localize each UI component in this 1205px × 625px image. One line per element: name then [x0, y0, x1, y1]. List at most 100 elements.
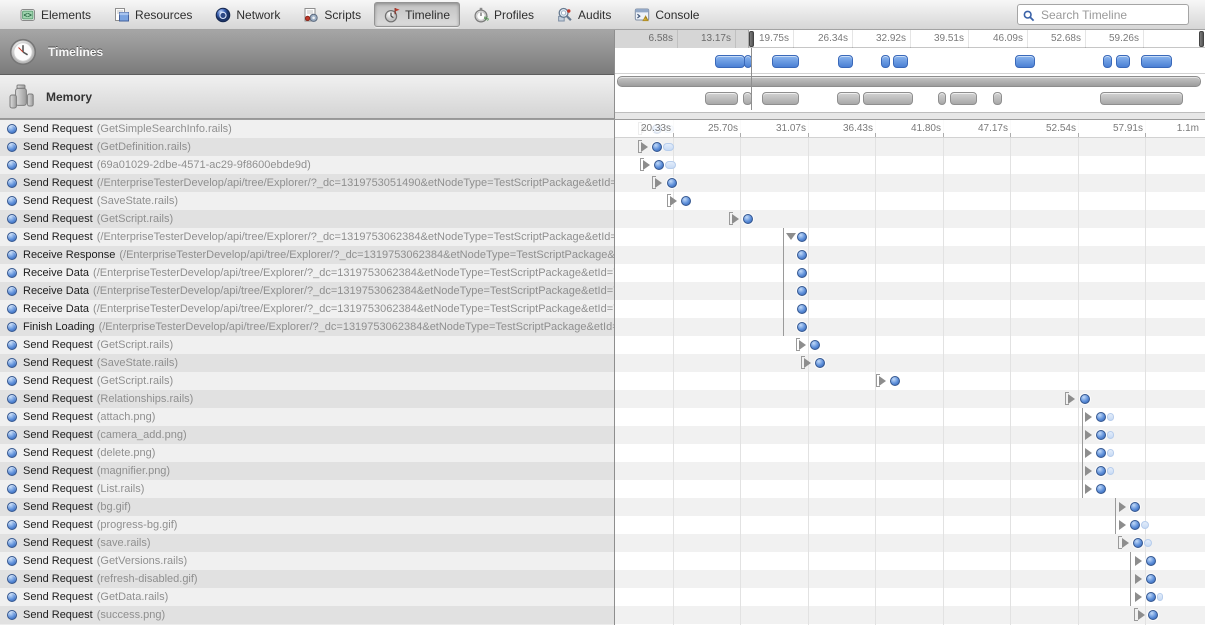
audits-icon — [557, 7, 573, 23]
timeline-record-row[interactable]: Receive Data(/EnterpriseTesterDevelop/ap… — [0, 300, 614, 318]
grid-row[interactable] — [615, 318, 1205, 336]
timeline-record-row[interactable]: Send Request(attach.png) — [0, 408, 614, 426]
record-connector-line — [783, 228, 784, 246]
grid-row[interactable] — [615, 426, 1205, 444]
record-bullet-icon — [7, 358, 17, 368]
timeline-record-row[interactable]: Send Request(GetScript.rails) — [0, 372, 614, 390]
timeline-record-row[interactable]: Receive Response(/EnterpriseTesterDevelo… — [0, 246, 614, 264]
grid-row[interactable] — [615, 156, 1205, 174]
overview-window-divider[interactable] — [751, 48, 752, 110]
grid-row[interactable] — [615, 246, 1205, 264]
timeline-record-row[interactable]: Send Request(GetDefinition.rails) — [0, 138, 614, 156]
grid-row[interactable] — [615, 606, 1205, 624]
record-marker-dot — [1096, 466, 1106, 476]
overview-ruler-label: 52.68s — [1025, 33, 1081, 44]
grid-row[interactable] — [615, 444, 1205, 462]
grid-row[interactable] — [615, 336, 1205, 354]
overview-event-bar — [715, 55, 745, 68]
grid-row[interactable] — [615, 138, 1205, 156]
record-marker-dot — [797, 250, 807, 260]
timeline-record-row[interactable]: Finish Loading(/EnterpriseTesterDevelop/… — [0, 318, 614, 336]
devtools-toolbar: <>ElementsResourcesNetworkScriptsTimelin… — [0, 0, 1205, 30]
sidebar-item-timelines[interactable]: Timelines — [0, 30, 615, 75]
scripts-icon — [303, 7, 319, 23]
sidebar-item-memory[interactable]: Memory — [0, 75, 615, 119]
tab-timeline[interactable]: Timeline — [374, 2, 460, 27]
timeline-record-row[interactable]: Send Request(GetScript.rails) — [0, 210, 614, 228]
timeline-record-row[interactable]: Send Request(camera_add.png) — [0, 426, 614, 444]
tab-resources[interactable]: Resources — [104, 2, 202, 27]
grid-row[interactable] — [615, 174, 1205, 192]
record-detail: (/EnterpriseTesterDevelop/api/tree/Explo… — [99, 318, 614, 336]
record-type: Send Request — [23, 354, 93, 372]
record-detail: (success.png) — [97, 606, 165, 624]
tab-audits[interactable]: Audits — [547, 2, 621, 27]
record-type: Send Request — [23, 606, 93, 624]
overview-ruler-label: 39.51s — [908, 33, 964, 44]
tab-network[interactable]: Network — [205, 2, 290, 27]
record-triangle-icon — [1138, 610, 1145, 620]
grid-row[interactable] — [615, 534, 1205, 552]
record-marker-dot — [797, 322, 807, 332]
grid-row[interactable] — [615, 228, 1205, 246]
grid-row[interactable] — [615, 408, 1205, 426]
grid-row[interactable] — [615, 264, 1205, 282]
timeline-record-row[interactable]: Send Request(/EnterpriseTesterDevelop/ap… — [0, 228, 614, 246]
record-connector-line — [783, 246, 784, 264]
record-detail: (magnifier.png) — [97, 462, 170, 480]
grid-row[interactable] — [615, 282, 1205, 300]
tab-console[interactable]: !Console — [624, 2, 709, 27]
grid-row[interactable] — [615, 300, 1205, 318]
grid-row[interactable] — [615, 588, 1205, 606]
timeline-record-row[interactable]: Send Request(save.rails) — [0, 534, 614, 552]
grid-row[interactable] — [615, 192, 1205, 210]
record-detail: (Relationships.rails) — [97, 390, 194, 408]
timeline-record-row[interactable]: Send Request(GetSimpleSearchInfo.rails) — [0, 120, 614, 138]
grid-row[interactable] — [615, 552, 1205, 570]
grid-row[interactable] — [615, 462, 1205, 480]
timeline-record-row[interactable]: Send Request(69a01029-2dbe-4571-ac29-9f8… — [0, 156, 614, 174]
overview-event-bar — [1141, 55, 1172, 68]
record-type: Receive Data — [23, 300, 89, 318]
timeline-record-row[interactable]: Receive Data(/EnterpriseTesterDevelop/ap… — [0, 264, 614, 282]
grid-row[interactable] — [615, 354, 1205, 372]
timeline-record-row[interactable]: Send Request(SaveState.rails) — [0, 192, 614, 210]
timeline-record-row[interactable]: Send Request(progress-bg.gif) — [0, 516, 614, 534]
overview-window-left-handle[interactable] — [749, 31, 754, 47]
tab-elements[interactable]: <>Elements — [10, 2, 101, 27]
timeline-record-row[interactable]: Send Request(Relationships.rails) — [0, 390, 614, 408]
timeline-record-row[interactable]: Send Request(GetVersions.rails) — [0, 552, 614, 570]
grid-row[interactable] — [615, 498, 1205, 516]
search-input[interactable] — [1017, 4, 1189, 25]
grid-row[interactable] — [615, 570, 1205, 588]
grid-row[interactable] — [615, 210, 1205, 228]
timeline-record-row[interactable]: Receive Data(/EnterpriseTesterDevelop/ap… — [0, 282, 614, 300]
tab-profiles[interactable]: %Profiles — [463, 2, 544, 27]
grid-row[interactable] — [615, 516, 1205, 534]
tab-scripts[interactable]: Scripts — [293, 2, 371, 27]
timeline-record-row[interactable]: Send Request(GetScript.rails) — [0, 336, 614, 354]
grid-ruler-tick — [943, 133, 944, 137]
timeline-record-row[interactable]: Send Request(success.png) — [0, 606, 614, 624]
record-marker-dot — [1130, 502, 1140, 512]
timeline-icon — [384, 7, 400, 23]
record-triangle-icon — [1135, 592, 1142, 602]
timeline-record-row[interactable]: Send Request(SaveState.rails) — [0, 354, 614, 372]
record-marker-dot — [797, 268, 807, 278]
timeline-record-row[interactable]: Send Request(List.rails) — [0, 480, 614, 498]
timeline-record-row[interactable]: Send Request(magnifier.png) — [0, 462, 614, 480]
overview-window-right-handle[interactable] — [1199, 31, 1204, 47]
record-triangle-icon — [1085, 484, 1092, 494]
timeline-record-row[interactable]: Send Request(delete.png) — [0, 444, 614, 462]
grid-row[interactable] — [615, 372, 1205, 390]
timeline-record-row[interactable]: Send Request(refresh-disabled.gif) — [0, 570, 614, 588]
record-marker-dot — [1146, 574, 1156, 584]
timeline-record-row[interactable]: Send Request(bg.gif) — [0, 498, 614, 516]
grid-row[interactable] — [615, 390, 1205, 408]
elements-icon: <> — [20, 7, 36, 23]
record-detail: (SaveState.rails) — [97, 354, 178, 372]
timeline-record-row[interactable]: Send Request(GetData.rails) — [0, 588, 614, 606]
grid-row[interactable] — [615, 480, 1205, 498]
overview-ruler-label: 19.75s — [733, 33, 789, 44]
timeline-record-row[interactable]: Send Request(/EnterpriseTesterDevelop/ap… — [0, 174, 614, 192]
